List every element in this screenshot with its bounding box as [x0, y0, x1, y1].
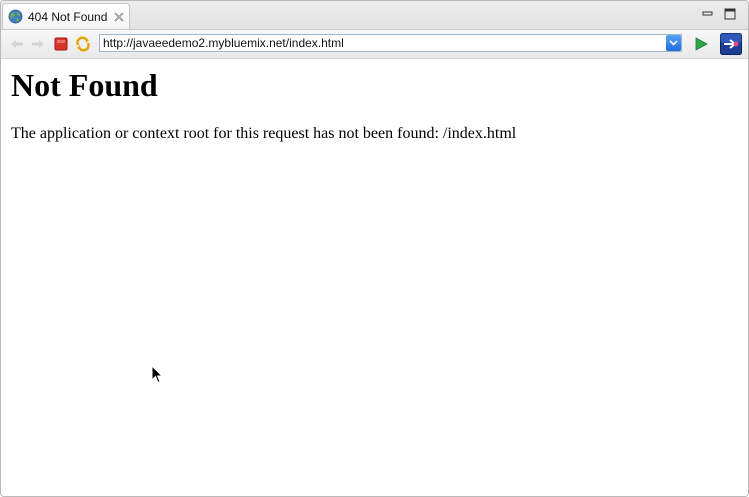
back-arrow-icon[interactable]	[9, 36, 25, 52]
error-message: The application or context root for this…	[11, 125, 517, 142]
maximize-icon[interactable]	[723, 7, 737, 21]
browser-toolbar	[1, 30, 748, 59]
address-bar[interactable]	[99, 34, 682, 52]
globe-icon	[8, 9, 23, 24]
close-icon[interactable]	[113, 11, 125, 23]
tab-bar: 404 Not Found	[1, 1, 748, 30]
forward-arrow-icon[interactable]	[30, 36, 46, 52]
mouse-cursor-icon	[151, 365, 163, 384]
eclipse-browser-icon[interactable]	[720, 33, 742, 55]
refresh-icon[interactable]	[75, 36, 91, 52]
chevron-down-icon	[669, 40, 678, 46]
browser-window: 404 Not Found http://javaeedemo2.mybluem…	[0, 0, 749, 497]
tab-404-not-found[interactable]: 404 Not Found	[2, 3, 130, 29]
url-input[interactable]	[100, 35, 664, 51]
page-heading: Not Found	[11, 67, 158, 103]
tab-title: 404 Not Found	[28, 10, 108, 24]
go-play-icon[interactable]	[693, 36, 709, 52]
url-history-dropdown[interactable]	[666, 35, 681, 51]
page-content: Not Found The application or context roo…	[1, 59, 748, 496]
stop-icon[interactable]	[53, 36, 69, 52]
minimize-icon[interactable]	[701, 7, 715, 21]
